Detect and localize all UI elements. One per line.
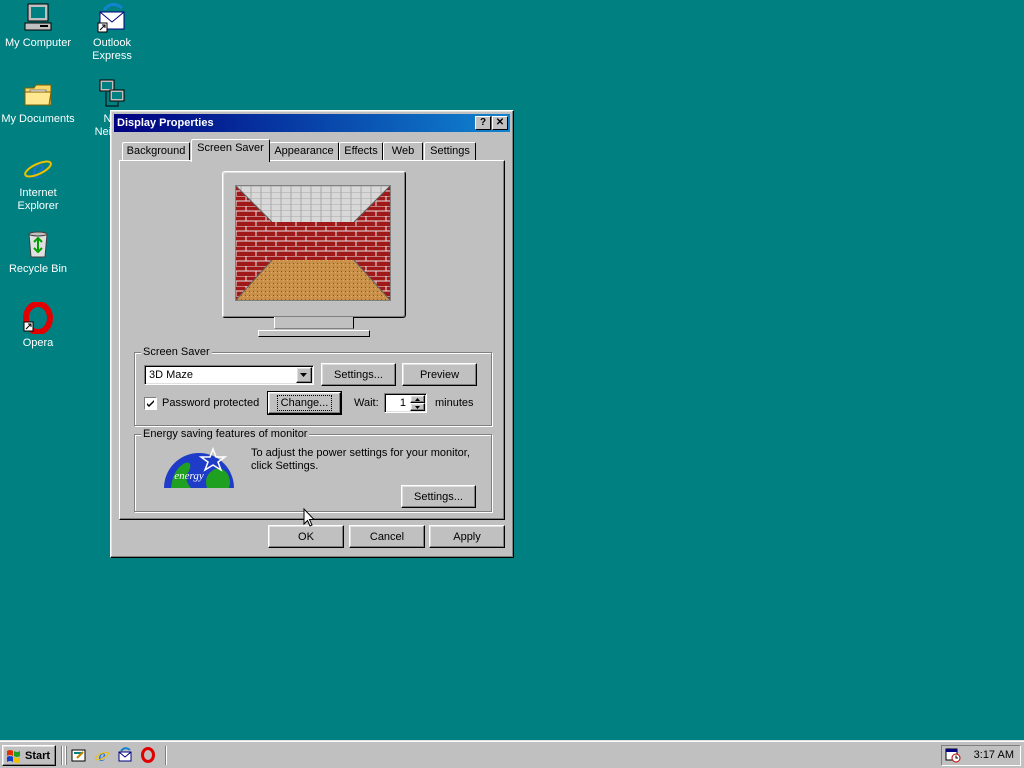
mouse-cursor-icon [303,508,315,527]
display-properties-window: Display Properties ? ✕ Background Screen… [110,110,514,558]
desktop-icon-label: Opera [22,337,54,349]
tab-appearance[interactable]: Appearance [269,142,339,161]
desktop-icon-opera[interactable]: Opera [0,302,76,350]
desktop-icon-label: My Computer [4,37,72,49]
internet-explorer-icon: e [95,748,109,765]
tab-screen-saver[interactable]: Screen Saver [191,139,270,162]
energy-group: Energy saving features of monitor energy… [134,428,492,512]
tab-effects[interactable]: Effects [339,142,383,161]
password-protected-label: Password protected [162,397,260,409]
taskbar-grip [65,746,67,765]
energy-logo-text: energy [174,470,204,482]
svg-text:e: e [98,748,105,763]
energy-description-line2: click Settings. [251,460,319,472]
window-title: Display Properties [117,117,214,129]
outlook-express-icon [97,3,125,33]
tab-settings[interactable]: Settings [424,142,476,161]
quick-launch-outlook-express[interactable] [117,747,133,763]
spinner-up-button[interactable] [410,395,425,403]
screen-saver-group-label: Screen Saver [141,346,212,358]
arrow-down-icon [415,405,420,409]
wait-label: Wait: [354,397,379,409]
title-bar[interactable]: Display Properties ? ✕ [114,114,510,132]
svg-text:e: e [32,154,44,184]
desktop-icon-label: Recycle Bin [8,263,68,275]
desktop-icon-label: Express [92,50,132,62]
desktop-icon-outlook-express[interactable]: Outlook Express [74,2,150,63]
my-computer-icon [24,3,52,31]
change-password-button[interactable]: Change... [267,391,342,415]
taskbar-separator [61,746,63,765]
energy-settings-button[interactable]: Settings... [401,485,476,508]
energy-group-label: Energy saving features of monitor [141,428,310,440]
opera-icon [23,302,53,334]
clock[interactable]: 3:17 AM [974,749,1014,761]
start-button[interactable]: Start [2,745,56,766]
tab-web[interactable]: Web [383,142,423,161]
screensaver-preview-image [235,185,391,301]
screen-saver-settings-button[interactable]: Settings... [321,363,396,386]
desktop-icon-label: Explorer [17,200,59,212]
network-neighborhood-icon [99,79,125,107]
desktop-icon-my-documents[interactable]: My Documents [0,78,76,126]
checkmark-icon [147,400,154,407]
folder-icon [24,84,52,106]
desktop-icon-label: My Documents [1,113,75,125]
apply-button[interactable]: Apply [429,525,505,548]
windows-logo-icon [7,749,20,763]
password-checkbox[interactable] [144,397,157,410]
chevron-down-icon [300,372,307,377]
arrow-up-icon [415,397,420,401]
close-button[interactable]: ✕ [492,116,508,130]
taskbar-separator [165,746,167,765]
ok-button[interactable]: OK [268,525,344,548]
scheduler-icon[interactable] [945,747,961,763]
start-label: Start [25,749,51,762]
wait-spinner[interactable]: 1 [384,393,427,413]
preview-button[interactable]: Preview [402,363,477,386]
desktop-icon-my-computer[interactable]: My Computer [0,2,76,50]
tab-background[interactable]: Background [122,142,190,161]
show-desktop-icon [71,749,86,762]
wait-value: 1 [399,397,406,409]
internet-explorer-icon: e [24,154,52,184]
quick-launch-show-desktop[interactable] [71,747,87,763]
outlook-express-icon [118,747,132,762]
monitor-preview [222,171,406,339]
tab-panel: Screen Saver 3D Maze Settings... Preview… [119,160,505,520]
desktop-icon-label: Internet [19,187,57,199]
minutes-label: minutes [435,397,474,409]
energy-description-line1: To adjust the power settings for your mo… [251,447,470,459]
screen-saver-select[interactable]: 3D Maze [144,365,314,385]
screen-saver-group: Screen Saver 3D Maze Settings... Preview… [134,346,492,426]
energy-star-logo: energy [164,446,234,488]
desktop-icon-internet-explorer[interactable]: e Internet Explorer [0,152,76,213]
desktop-icon-recycle-bin[interactable]: Recycle Bin [0,228,76,276]
help-button[interactable]: ? [475,116,491,130]
quick-launch-opera[interactable] [140,747,156,763]
desktop-icon-label: Outlook [93,37,131,49]
cancel-button[interactable]: Cancel [349,525,425,548]
taskbar: Start e 3:17 AM [0,740,1024,768]
recycle-bin-icon [28,231,48,258]
spinner-down-button[interactable] [410,403,425,411]
quick-launch-internet-explorer[interactable]: e [94,747,110,765]
system-tray: 3:17 AM [941,745,1021,766]
opera-icon [141,747,155,763]
screen-saver-select-value: 3D Maze [149,369,194,381]
dropdown-arrow-button[interactable] [296,367,312,383]
